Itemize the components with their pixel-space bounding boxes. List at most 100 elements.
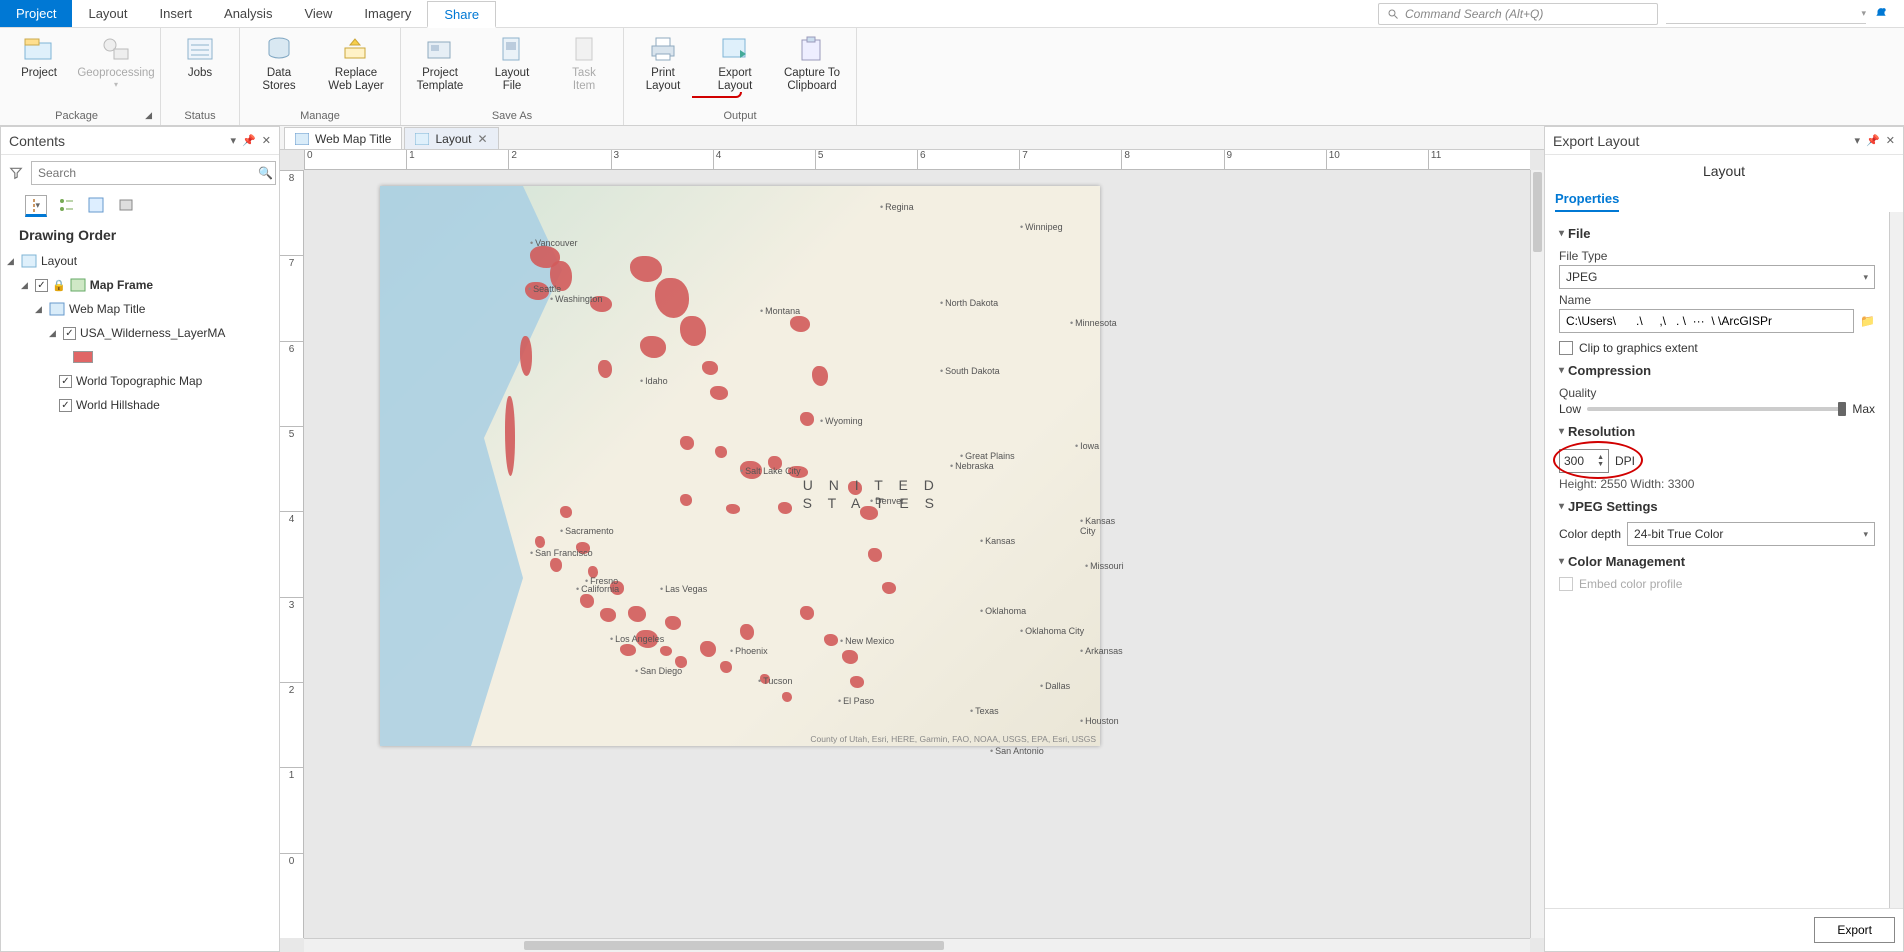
menu-tab-layout[interactable]: Layout bbox=[72, 0, 143, 27]
ribbon-group-manage: Data Stores Replace Web Layer Manage bbox=[240, 28, 401, 125]
section-color-management[interactable]: Color Management bbox=[1559, 546, 1875, 573]
ribbon-btn-project[interactable]: Project bbox=[8, 32, 70, 80]
export-button[interactable]: Export bbox=[1814, 917, 1895, 943]
ribbon-btn-project-template[interactable]: Project Template bbox=[409, 32, 471, 93]
list-by-selection-icon[interactable] bbox=[85, 195, 107, 217]
tree-row-basemap2[interactable]: ✓ World Hillshade bbox=[7, 393, 273, 417]
layout-page[interactable]: VancouverSeattleReginaWinnipegWashington… bbox=[380, 186, 1100, 746]
print-icon bbox=[646, 34, 680, 64]
list-by-drawing-order-icon[interactable] bbox=[25, 195, 47, 217]
ribbon-btn-replace-web-layer[interactable]: Replace Web Layer bbox=[320, 32, 392, 93]
ribbon-btn-jobs[interactable]: Jobs bbox=[169, 32, 231, 80]
checkbox-icon[interactable]: ✓ bbox=[35, 279, 48, 292]
scrollbar-vertical[interactable] bbox=[1530, 170, 1544, 938]
file-type-select[interactable]: JPEG bbox=[1559, 265, 1875, 289]
map-city-label: Seattle bbox=[528, 284, 561, 294]
tree-row-map-frame[interactable]: ◢ ✓ 🔒 Map Frame bbox=[7, 273, 273, 297]
pane-menu-icon[interactable]: ▾ bbox=[231, 134, 237, 147]
scroll-thumb[interactable] bbox=[524, 941, 944, 950]
tree-row-layer[interactable]: ◢ ✓ USA_Wilderness_LayerMA bbox=[7, 321, 273, 345]
search-icon bbox=[1387, 8, 1399, 20]
pane-close-icon[interactable]: ✕ bbox=[1886, 134, 1895, 147]
ribbon-group-label: Save As bbox=[409, 108, 615, 125]
close-tab-icon[interactable]: ✕ bbox=[478, 132, 488, 146]
document-tabs: Web Map Title Layout ✕ bbox=[280, 126, 1544, 150]
main-area: Contents ▾ 📌 ✕ 🔍 Drawing Order ◢ Layout bbox=[0, 126, 1904, 952]
list-by-source-icon[interactable] bbox=[55, 195, 77, 217]
menu-tab-imagery[interactable]: Imagery bbox=[348, 0, 427, 27]
tree-row-layout[interactable]: ◢ Layout bbox=[7, 249, 273, 273]
export-scrollbar[interactable] bbox=[1889, 212, 1903, 908]
section-compression[interactable]: Compression bbox=[1559, 355, 1875, 382]
geoprocessing-icon bbox=[99, 34, 133, 64]
map-city-label: South Dakota bbox=[940, 366, 1000, 376]
document-area: Web Map Title Layout ✕ 01234567891011 87… bbox=[280, 126, 1544, 952]
map-city-label: Kansas City bbox=[1080, 516, 1115, 536]
ribbon-btn-capture-to-clipboard[interactable]: Capture To Clipboard bbox=[776, 32, 848, 93]
list-by-snapping-icon[interactable] bbox=[115, 195, 137, 217]
checkbox-icon[interactable]: ✓ bbox=[59, 399, 72, 412]
doc-tab-label: Layout bbox=[435, 132, 471, 146]
menu-tab-share[interactable]: Share bbox=[427, 1, 496, 28]
data-stores-icon bbox=[262, 34, 296, 64]
quality-slider[interactable] bbox=[1587, 407, 1846, 411]
map-render: VancouverSeattleReginaWinnipegWashington… bbox=[380, 186, 1100, 746]
export-layout-icon bbox=[718, 34, 752, 64]
scroll-thumb[interactable] bbox=[1533, 172, 1542, 252]
name-input[interactable] bbox=[1559, 309, 1854, 333]
spinner-icon[interactable]: ▲▼ bbox=[1597, 454, 1604, 468]
quality-label: Quality bbox=[1559, 382, 1875, 402]
section-resolution[interactable]: Resolution bbox=[1559, 416, 1875, 443]
ribbon: Project Geoprocessing ▾ Package◢ Jobs St… bbox=[0, 28, 1904, 126]
layout-canvas[interactable]: 01234567891011 876543210 VancouverSeattl… bbox=[280, 150, 1544, 952]
doc-tab-layout[interactable]: Layout ✕ bbox=[404, 127, 498, 149]
map-city-label: Great Plains bbox=[960, 451, 1015, 461]
contents-tree: ◢ Layout ◢ ✓ 🔒 Map Frame ◢ Web Map Title… bbox=[1, 249, 279, 423]
checkbox-icon[interactable]: ✓ bbox=[63, 327, 76, 340]
dpi-input[interactable]: 300 ▲▼ bbox=[1559, 449, 1609, 473]
notifications-icon[interactable] bbox=[1874, 7, 1888, 21]
export-footer: Export bbox=[1545, 908, 1903, 951]
map-city-label: Texas bbox=[970, 706, 999, 716]
ribbon-btn-print-layout[interactable]: Print Layout bbox=[632, 32, 694, 93]
color-depth-select[interactable]: 24-bit True Color bbox=[1627, 522, 1875, 546]
ribbon-btn-layout-file[interactable]: Layout File bbox=[481, 32, 543, 93]
webmap-glyph-icon bbox=[49, 302, 65, 316]
map-city-label: Washington bbox=[550, 294, 602, 304]
embed-profile-label: Embed color profile bbox=[1579, 577, 1682, 591]
menu-tab-project[interactable]: Project bbox=[0, 0, 72, 27]
search-icon[interactable]: 🔍 bbox=[258, 166, 273, 180]
browse-folder-icon[interactable]: 📁 bbox=[1860, 314, 1875, 328]
pane-menu-icon[interactable]: ▾ bbox=[1855, 134, 1861, 147]
dialog-launcher-icon[interactable]: ◢ bbox=[145, 110, 152, 121]
user-dropdown[interactable]: ▾ bbox=[1666, 4, 1866, 24]
contents-view-buttons bbox=[1, 191, 279, 217]
tree-row-web-map[interactable]: ◢ Web Map Title bbox=[7, 297, 273, 321]
pane-close-icon[interactable]: ✕ bbox=[262, 134, 271, 147]
menu-tab-insert[interactable]: Insert bbox=[144, 0, 209, 27]
tree-row-basemap1[interactable]: ✓ World Topographic Map bbox=[7, 369, 273, 393]
pane-pin-icon[interactable]: 📌 bbox=[242, 134, 256, 147]
map-icon bbox=[295, 133, 309, 145]
export-tab-properties[interactable]: Properties bbox=[1555, 187, 1619, 212]
slider-thumb[interactable] bbox=[1838, 402, 1846, 416]
scrollbar-horizontal[interactable] bbox=[304, 938, 1530, 952]
section-file[interactable]: File bbox=[1559, 218, 1875, 245]
package-project-icon bbox=[22, 34, 56, 64]
command-search[interactable]: Command Search (Alt+Q) bbox=[1378, 3, 1658, 25]
contents-search-input[interactable] bbox=[31, 161, 276, 185]
pane-pin-icon[interactable]: 📌 bbox=[1866, 134, 1880, 147]
ribbon-group-status: Jobs Status bbox=[161, 28, 240, 125]
doc-tab-web-map[interactable]: Web Map Title bbox=[284, 127, 402, 149]
filter-icon[interactable] bbox=[7, 164, 25, 182]
menu-tab-view[interactable]: View bbox=[288, 0, 348, 27]
tree-label: USA_Wilderness_LayerMA bbox=[80, 326, 225, 340]
menu-tab-analysis[interactable]: Analysis bbox=[208, 0, 288, 27]
clip-checkbox[interactable] bbox=[1559, 341, 1573, 355]
ribbon-btn-data-stores[interactable]: Data Stores bbox=[248, 32, 310, 93]
ribbon-label: Task Item bbox=[572, 67, 596, 93]
section-jpeg-settings[interactable]: JPEG Settings bbox=[1559, 491, 1875, 518]
checkbox-icon[interactable]: ✓ bbox=[59, 375, 72, 388]
lock-icon: 🔒 bbox=[52, 279, 66, 292]
ribbon-btn-export-layout[interactable]: Export Layout bbox=[704, 32, 766, 93]
